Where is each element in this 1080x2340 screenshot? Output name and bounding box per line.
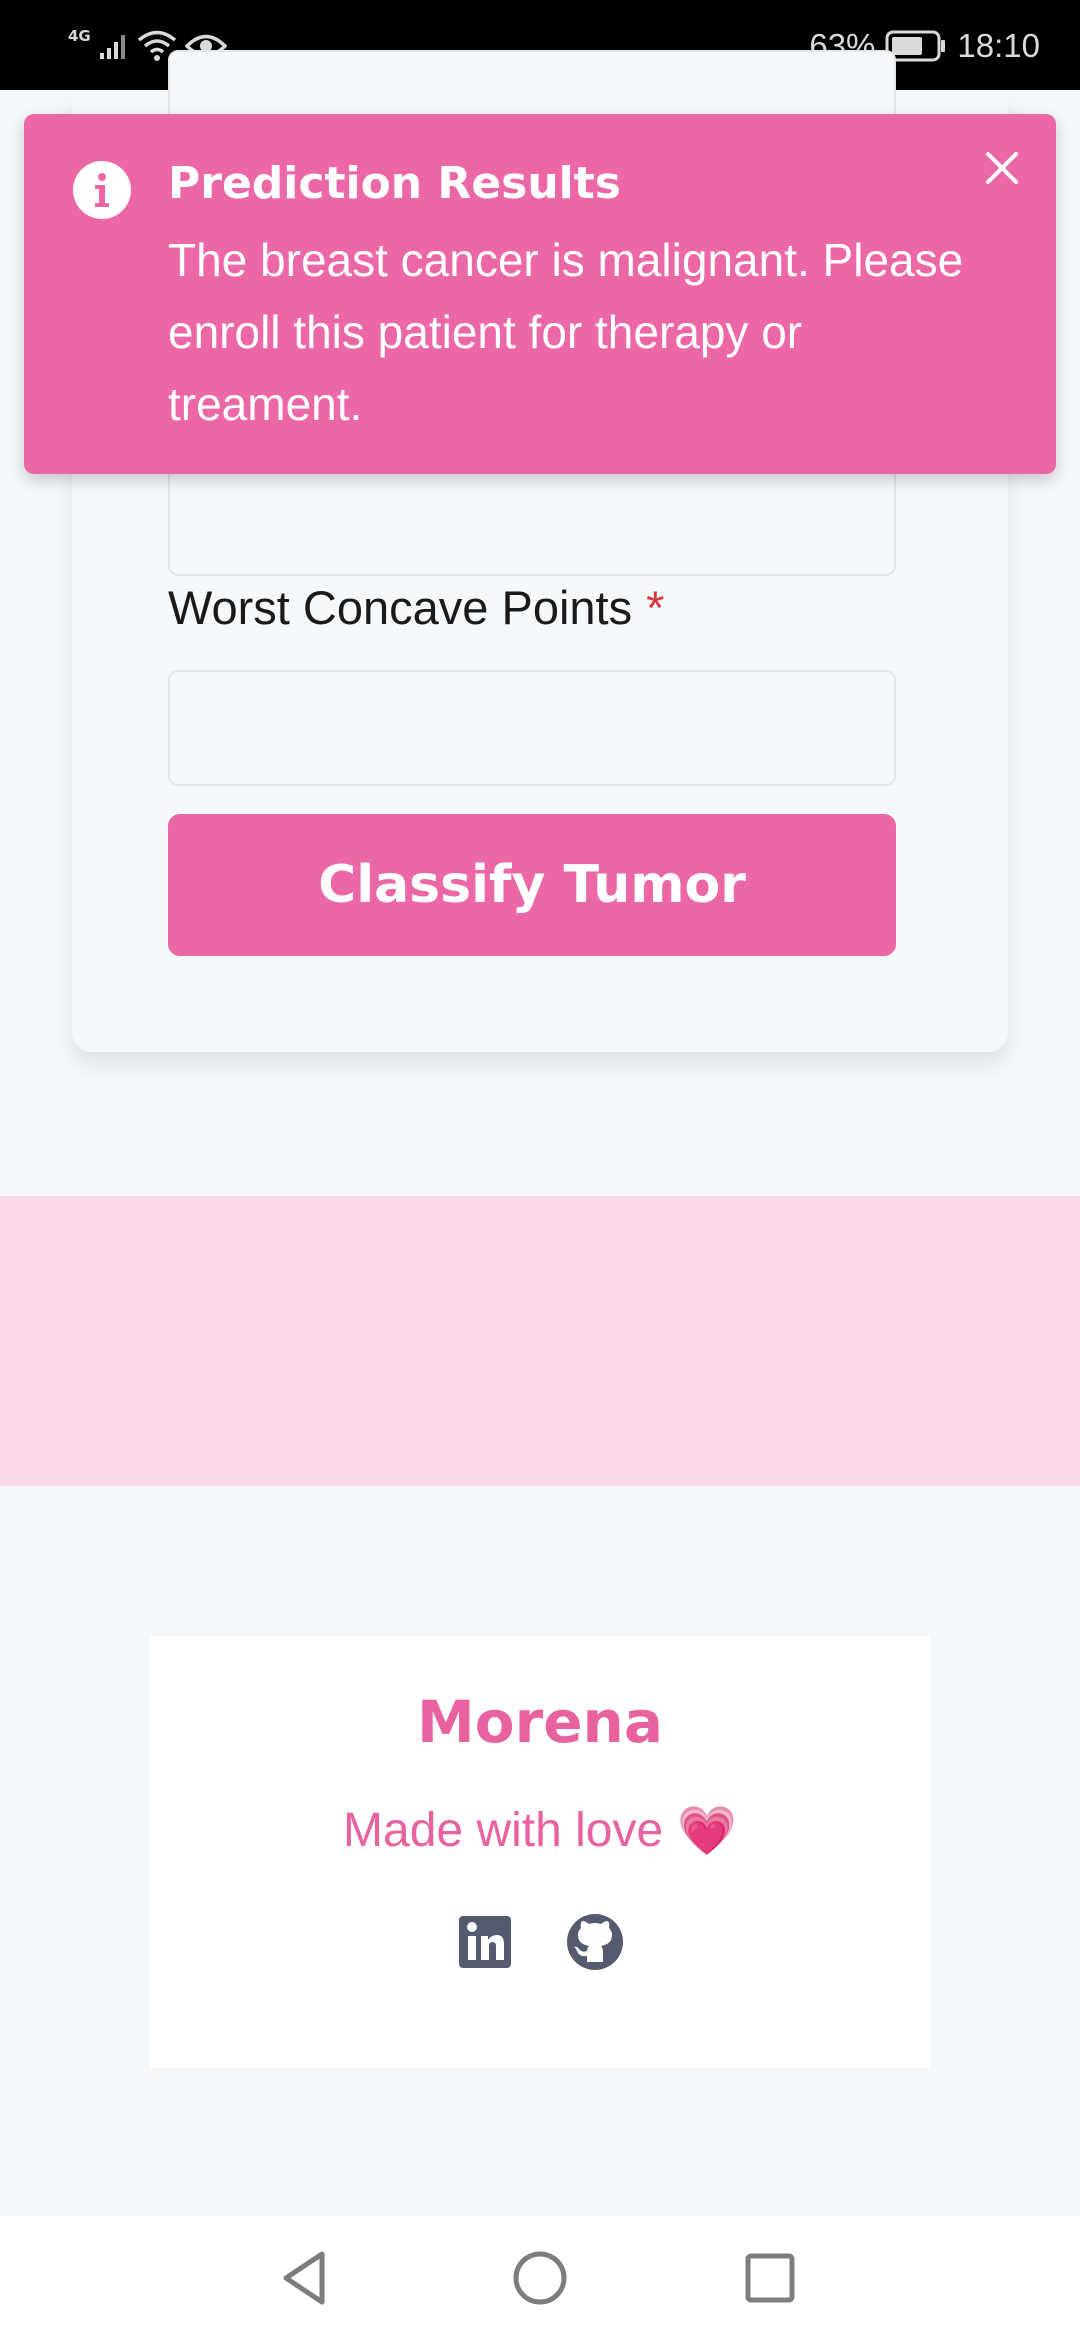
classify-tumor-button[interactable]: Classify Tumor [168, 814, 896, 956]
heart-icon: 💗 [677, 1805, 737, 1858]
required-marker: * [646, 581, 665, 634]
clock: 18:10 [957, 27, 1040, 64]
back-nav-icon[interactable] [272, 2244, 340, 2312]
brand-name: Morena [417, 1688, 663, 1756]
toast-title: Prediction Results [168, 158, 621, 209]
github-icon[interactable] [565, 1912, 625, 1972]
close-icon[interactable] [978, 144, 1026, 192]
toast-message: The breast cancer is malignant. Please e… [168, 234, 964, 430]
worst-concave-points-label: Worst Concave Points * [168, 580, 664, 635]
social-links [150, 1912, 930, 1972]
worst-concave-points-input[interactable] [168, 670, 896, 786]
linkedin-icon[interactable] [455, 1912, 515, 1972]
tagline-text: Made with love [343, 1804, 664, 1857]
info-icon [73, 161, 131, 219]
navigation-bar [0, 2216, 1080, 2340]
network-type: 4G [68, 27, 91, 45]
prediction-results-toast: Prediction Results The breast cancer is … [24, 114, 1056, 474]
tagline: Made with love 💗 [150, 1802, 930, 1859]
pink-band [0, 1196, 1080, 1486]
home-nav-icon[interactable] [506, 2244, 574, 2312]
main-panel-bottom [0, 1160, 1080, 1196]
recents-nav-icon[interactable] [736, 2244, 804, 2312]
signal-icon [99, 35, 125, 59]
footer-card: Morena Made with love 💗 [150, 1636, 930, 2068]
previous-field-input-2[interactable] [168, 460, 896, 576]
worst-concave-points-label-text: Worst Concave Points [168, 581, 633, 634]
